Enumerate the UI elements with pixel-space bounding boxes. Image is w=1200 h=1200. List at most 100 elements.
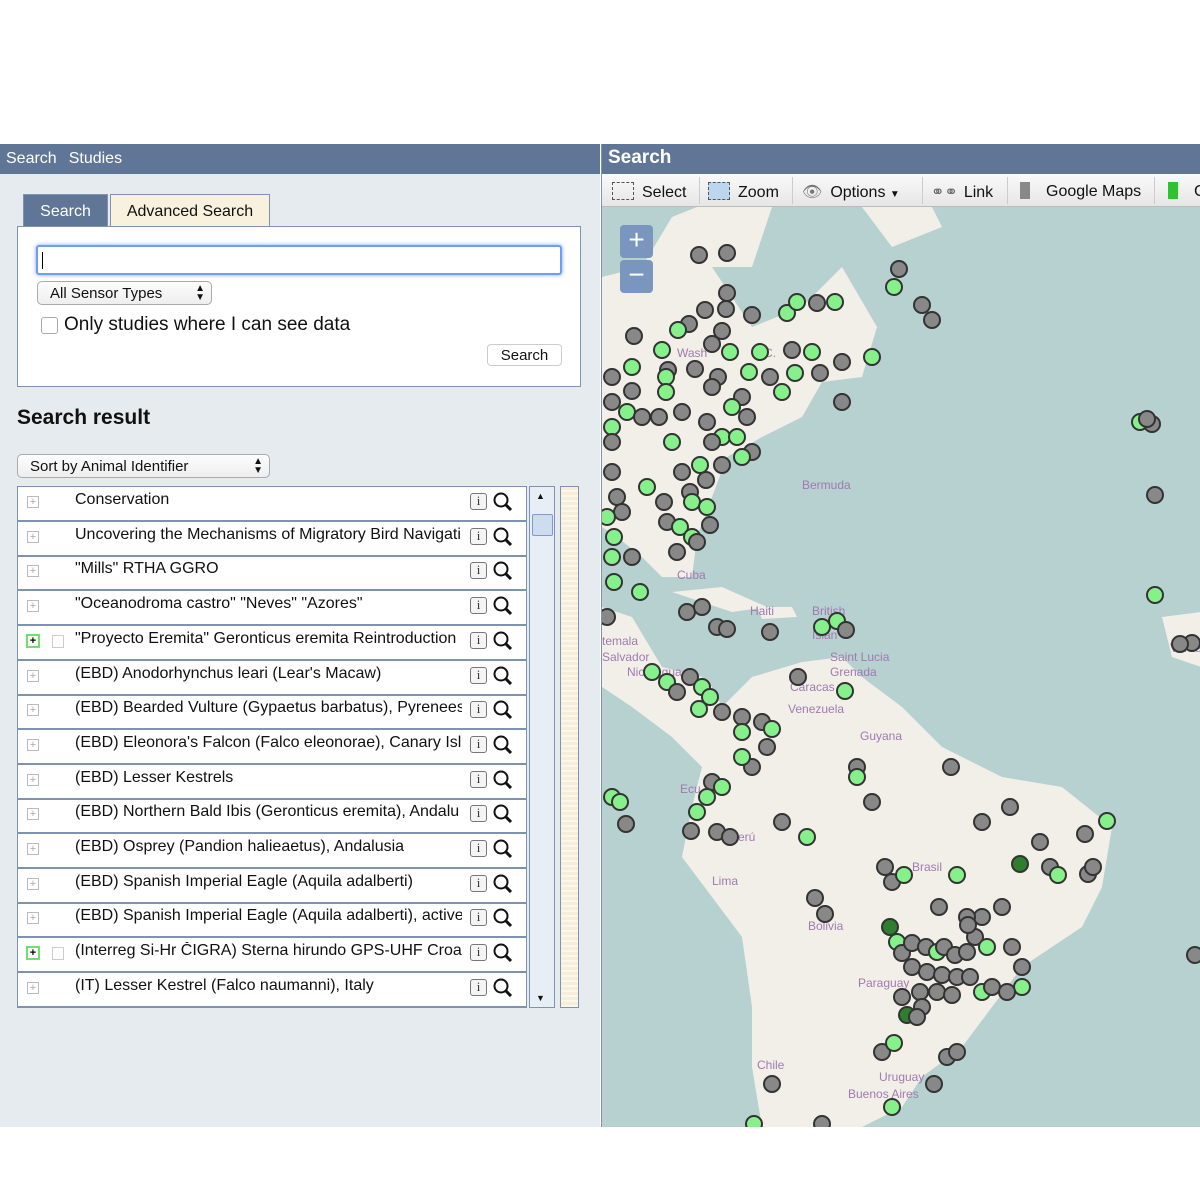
study-marker[interactable] <box>698 788 716 806</box>
study-marker[interactable] <box>1146 586 1164 604</box>
magnifier-icon[interactable] <box>492 595 514 617</box>
study-marker[interactable] <box>998 983 1016 1001</box>
study-marker[interactable] <box>811 364 829 382</box>
study-marker[interactable] <box>678 603 696 621</box>
expand-icon[interactable]: + <box>27 808 39 821</box>
study-title[interactable]: (EBD) Osprey (Pandion halieaetus), Andal… <box>75 838 462 856</box>
study-marker[interactable] <box>745 1115 763 1127</box>
study-marker[interactable] <box>948 1043 966 1061</box>
study-marker[interactable] <box>813 1115 831 1127</box>
info-icon[interactable]: i <box>470 597 487 615</box>
search-button[interactable]: Search <box>487 344 562 366</box>
study-marker[interactable] <box>696 301 714 319</box>
study-marker[interactable] <box>903 958 921 976</box>
study-marker[interactable] <box>908 1008 926 1026</box>
table-row[interactable]: + "Proyecto Eremita" Geronticus eremita R… <box>18 626 526 661</box>
study-marker[interactable] <box>763 1075 781 1093</box>
study-marker[interactable] <box>718 284 736 302</box>
info-icon[interactable]: i <box>470 805 487 823</box>
nav-search[interactable]: Search <box>6 150 57 167</box>
study-marker[interactable] <box>602 508 616 526</box>
study-marker[interactable] <box>826 293 844 311</box>
zoom-tool[interactable]: Zoom <box>708 182 779 202</box>
study-marker[interactable] <box>893 988 911 1006</box>
study-marker[interactable] <box>623 548 641 566</box>
info-icon[interactable]: i <box>470 562 487 580</box>
study-marker[interactable] <box>650 408 668 426</box>
study-marker[interactable] <box>973 813 991 831</box>
table-row[interactable]: + (EBD) Bearded Vulture (Gypaetus barbatu… <box>18 695 526 731</box>
study-marker[interactable] <box>783 341 801 359</box>
study-marker[interactable] <box>653 341 671 359</box>
study-marker[interactable] <box>657 383 675 401</box>
study-marker[interactable] <box>948 866 966 884</box>
study-marker[interactable] <box>958 943 976 961</box>
expand-icon[interactable]: + <box>27 496 39 508</box>
next-layer[interactable]: C <box>1168 182 1200 201</box>
study-marker[interactable] <box>1076 825 1094 843</box>
study-marker[interactable] <box>733 748 751 766</box>
study-marker[interactable] <box>789 668 807 686</box>
magnifier-icon[interactable] <box>492 491 514 513</box>
study-marker[interactable] <box>808 294 826 312</box>
study-marker[interactable] <box>1001 798 1019 816</box>
study-marker[interactable] <box>728 428 746 446</box>
info-icon[interactable]: i <box>470 770 487 788</box>
magnifier-icon[interactable] <box>492 526 514 548</box>
study-marker[interactable] <box>668 543 686 561</box>
table-row[interactable]: + (EBD) Spanish Imperial Eagle (Aquila ad… <box>18 903 526 939</box>
table-row[interactable]: + Uncovering the Mechanisms of Migratory … <box>18 522 526 557</box>
study-marker[interactable] <box>673 403 691 421</box>
zoom-in-button[interactable]: + <box>620 225 653 258</box>
magnifier-icon[interactable] <box>492 977 514 999</box>
study-marker[interactable] <box>690 700 708 718</box>
study-marker[interactable] <box>738 408 756 426</box>
study-marker[interactable] <box>691 456 709 474</box>
nav-studies[interactable]: Studies <box>69 150 122 167</box>
study-marker[interactable] <box>933 966 951 984</box>
expand-icon[interactable]: + <box>27 738 39 751</box>
study-marker[interactable] <box>885 1034 903 1052</box>
study-marker[interactable] <box>638 478 656 496</box>
study-marker[interactable] <box>1186 946 1200 964</box>
magnifier-icon[interactable] <box>492 907 514 929</box>
study-marker[interactable] <box>703 433 721 451</box>
magnifier-icon[interactable] <box>492 873 514 895</box>
study-marker[interactable] <box>603 368 621 386</box>
study-marker[interactable] <box>657 368 675 386</box>
study-marker[interactable] <box>603 463 621 481</box>
info-icon[interactable]: i <box>470 493 487 510</box>
study-marker[interactable] <box>688 803 706 821</box>
study-title[interactable]: (EBD) Spanish Imperial Eagle (Aquila ada… <box>75 873 462 891</box>
study-marker[interactable] <box>1011 855 1029 873</box>
study-title[interactable]: Conservation <box>75 491 462 509</box>
map-canvas[interactable]: BermudaCubaHaiti BritishSaint LuciaGrenad… <box>602 207 1200 1127</box>
study-title[interactable]: Uncovering the Mechanisms of Migratory B… <box>75 526 462 544</box>
info-icon[interactable]: i <box>470 735 487 753</box>
study-marker[interactable] <box>682 822 700 840</box>
study-marker[interactable] <box>603 418 621 436</box>
study-marker[interactable] <box>1013 978 1031 996</box>
study-marker[interactable] <box>611 793 629 811</box>
study-marker[interactable] <box>703 378 721 396</box>
study-marker[interactable] <box>833 393 851 411</box>
row-checkbox[interactable] <box>52 947 64 961</box>
select-tool[interactable]: Select <box>612 182 686 202</box>
study-marker[interactable] <box>631 583 649 601</box>
study-marker[interactable] <box>913 296 931 314</box>
expand-icon[interactable]: + <box>27 530 39 543</box>
study-marker[interactable] <box>993 898 1011 916</box>
study-marker[interactable] <box>786 364 804 382</box>
study-marker[interactable] <box>863 348 881 366</box>
sensor-type-select[interactable]: All Sensor Types ▲ ▼ <box>37 281 212 305</box>
magnifier-icon[interactable] <box>492 803 514 825</box>
study-marker[interactable] <box>703 335 721 353</box>
table-row[interactable]: + (Interreg Si-Hr ČIGRA) Sterna hirundo G… <box>18 938 526 974</box>
info-icon[interactable]: i <box>470 631 487 649</box>
study-marker[interactable] <box>717 300 735 318</box>
study-title[interactable]: (EBD) Anodorhynchus leari (Lear's Macaw) <box>75 665 462 683</box>
study-title[interactable]: (IT) Lesser Kestrel (Falco naumanni), It… <box>75 977 462 995</box>
expand-icon[interactable]: + <box>26 633 40 648</box>
table-row[interactable]: + "Oceanodroma castro" "Neves" "Azores" i <box>18 591 526 627</box>
study-marker[interactable] <box>669 321 687 339</box>
